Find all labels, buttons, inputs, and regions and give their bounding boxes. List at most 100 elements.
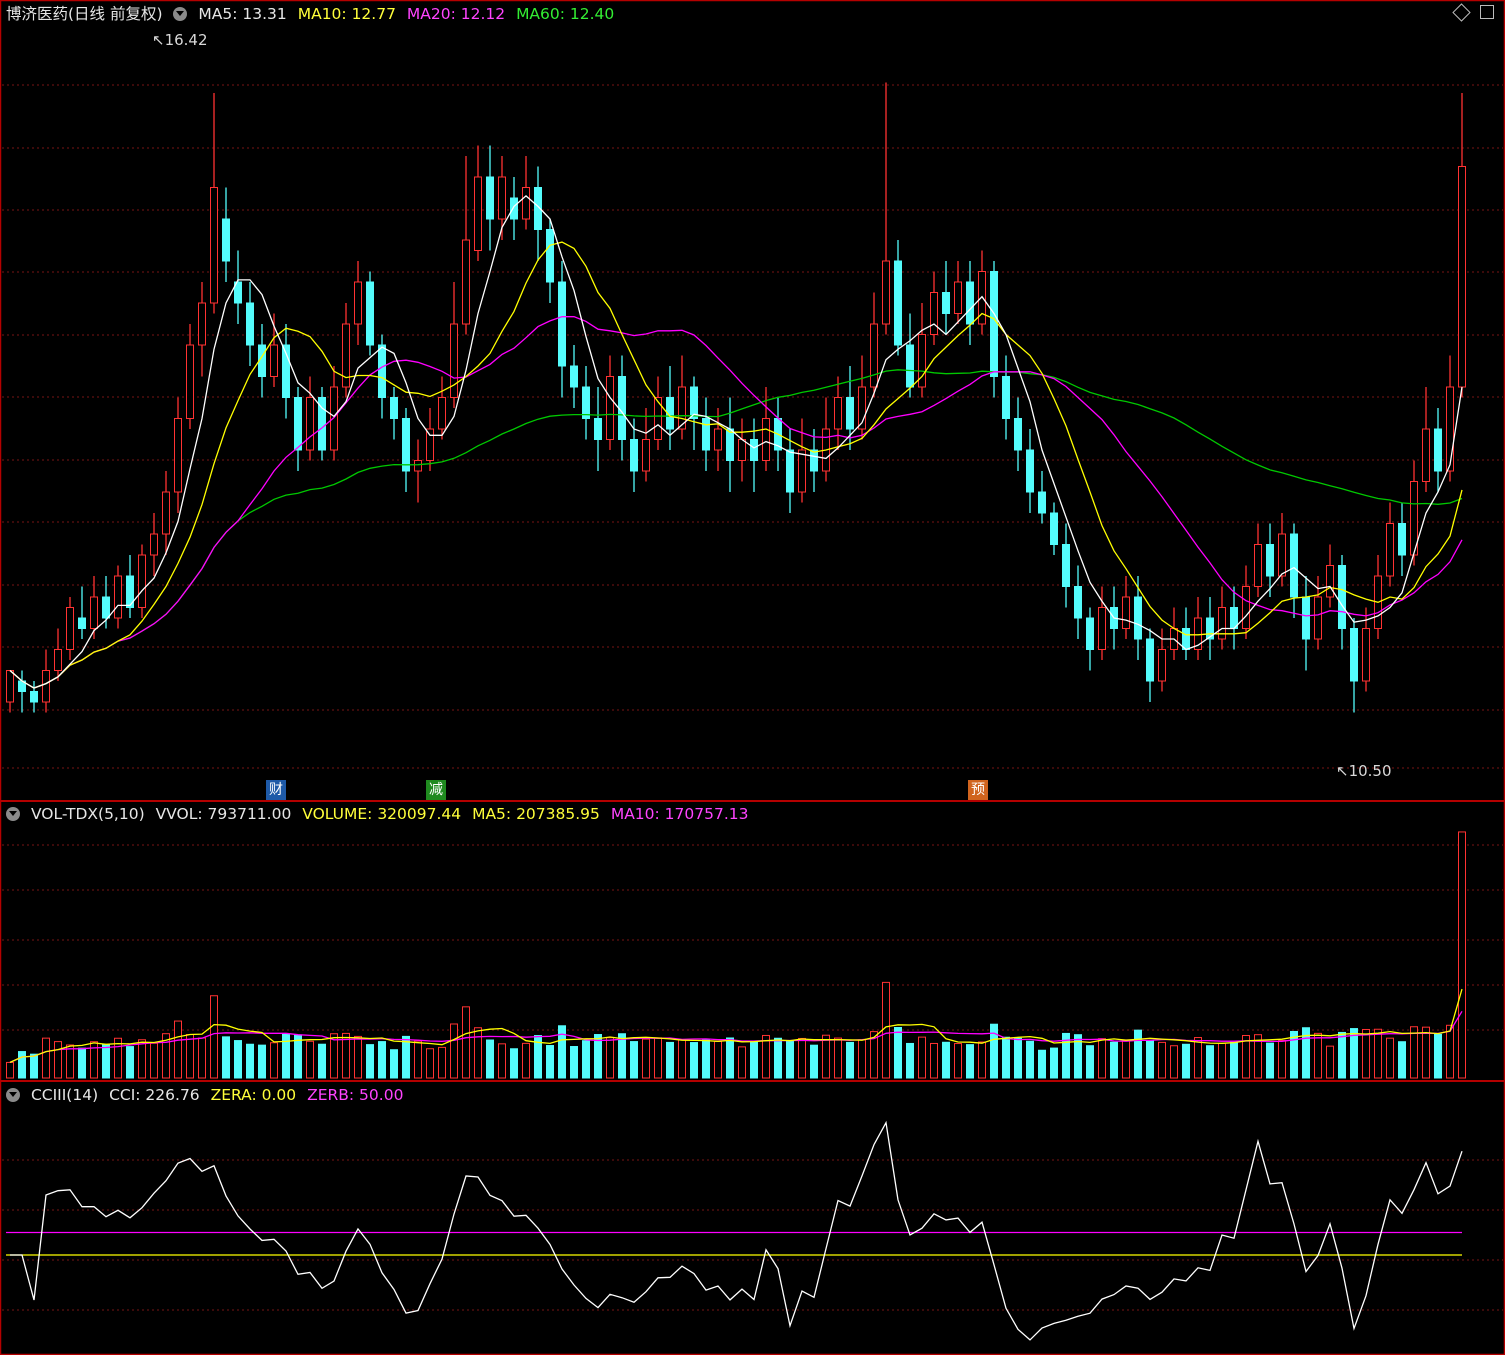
volume-bar — [186, 1034, 194, 1079]
volume-bar — [882, 981, 890, 1079]
candle-body — [1158, 649, 1166, 682]
volume-bar — [378, 1041, 386, 1079]
volume-bar — [222, 1036, 230, 1079]
volume-bar — [1098, 1038, 1106, 1079]
cci-value: CCI: 226.76 — [109, 1086, 200, 1104]
volume-bar — [582, 1040, 590, 1079]
volume-bar — [1158, 1041, 1166, 1079]
candle-body — [438, 397, 446, 430]
stock-title[interactable]: 博济医药(日线 前复权) — [6, 5, 163, 23]
candle-body — [78, 617, 86, 629]
candle-body — [378, 344, 386, 398]
volume-bar — [942, 1041, 950, 1079]
zera-value: ZERA: 0.00 — [210, 1086, 297, 1104]
volume-bar — [510, 1048, 518, 1079]
candle-body — [906, 344, 914, 388]
candle-body — [1026, 449, 1034, 493]
volume-bar — [1230, 1041, 1238, 1079]
volume-bar — [762, 1034, 770, 1079]
volume-bar — [18, 1051, 26, 1079]
candle-body — [642, 439, 650, 472]
volume-bar — [474, 1027, 482, 1079]
volume-bar — [750, 1041, 758, 1079]
volume-bar — [270, 1042, 278, 1079]
candle-body — [882, 260, 890, 325]
volume-bar — [966, 1044, 974, 1079]
volume-bar — [102, 1044, 110, 1079]
volume-indicator-name[interactable]: VOL-TDX(5,10) — [31, 805, 145, 823]
volume-bar — [978, 1041, 986, 1079]
candle-body — [1314, 596, 1322, 640]
candle-body — [1326, 565, 1334, 598]
event-badge-forecast[interactable]: 预 — [968, 780, 988, 800]
volume-bar — [42, 1037, 50, 1079]
volume-bar — [1218, 1042, 1226, 1079]
candle-body — [1398, 523, 1406, 556]
volume-bar — [66, 1044, 74, 1079]
candle-body — [930, 292, 938, 335]
candle-body — [1254, 544, 1262, 587]
candle-body — [558, 281, 566, 367]
cci-legend: CCIII(14) CCI: 226.76 ZERA: 0.00 ZERB: 5… — [6, 1084, 409, 1106]
volume-bar — [1026, 1040, 1034, 1079]
candle-body — [210, 187, 218, 304]
volume-bar — [918, 1036, 926, 1079]
candle-body — [630, 439, 638, 472]
volume-bar — [174, 1020, 182, 1079]
candle-body — [762, 418, 770, 461]
candle-body — [618, 376, 626, 440]
volume-bar — [306, 1040, 314, 1079]
zerb-value: ZERB: 50.00 — [307, 1086, 404, 1104]
candle-body — [942, 292, 950, 314]
candle-body — [834, 397, 842, 430]
volume-bar — [846, 1041, 854, 1079]
candle-body — [522, 187, 530, 220]
volume-bar — [30, 1053, 38, 1079]
volume-bar — [1362, 1028, 1370, 1079]
candle-body — [1278, 533, 1286, 577]
volume-bar — [774, 1037, 782, 1079]
candle-body — [54, 649, 62, 671]
candle-body — [90, 596, 98, 629]
candle-body — [30, 691, 38, 703]
volume-bar — [606, 1037, 614, 1079]
maximize-icon[interactable] — [1480, 5, 1494, 19]
indicator-menu-icon[interactable] — [173, 7, 188, 21]
candle-body — [102, 596, 110, 619]
candle-body — [1134, 596, 1142, 640]
volume-bar — [1014, 1037, 1022, 1079]
volume-bar — [522, 1042, 530, 1079]
candle-body — [114, 575, 122, 619]
volume-menu-icon[interactable] — [6, 807, 20, 821]
candle-body — [1302, 596, 1310, 640]
candle-body — [570, 365, 578, 388]
volume-bar — [798, 1037, 806, 1079]
volume-bar — [1194, 1037, 1202, 1079]
volume-bar — [1410, 1026, 1418, 1079]
candle-body — [6, 670, 14, 703]
volume-bar — [1110, 1041, 1118, 1079]
candle-body — [870, 323, 878, 388]
ma20-value: MA20: 12.12 — [406, 5, 506, 23]
event-badge-reduce[interactable]: 减 — [426, 780, 446, 800]
volume-bar — [894, 1026, 902, 1079]
candle-body — [462, 239, 470, 325]
volume-bar — [258, 1044, 266, 1079]
candle-body — [894, 260, 902, 346]
volume-bar — [426, 1048, 434, 1079]
volume-bar — [1182, 1043, 1190, 1079]
volume-bar — [402, 1035, 410, 1079]
vvol-value: VVOL: 793711.00 — [155, 805, 292, 823]
volume-bar — [570, 1046, 578, 1079]
cci-menu-icon[interactable] — [6, 1088, 20, 1102]
volume-bar — [1134, 1029, 1142, 1079]
event-badge-financial[interactable]: 财 — [266, 780, 286, 800]
candle-body — [966, 281, 974, 325]
candle-body — [174, 418, 182, 493]
candle-body — [1362, 628, 1370, 682]
candle-body — [150, 533, 158, 556]
candle-body — [198, 302, 206, 346]
volume-bar — [1338, 1031, 1346, 1079]
candle-body — [846, 397, 854, 430]
cci-indicator-name[interactable]: CCIII(14) — [31, 1086, 98, 1104]
